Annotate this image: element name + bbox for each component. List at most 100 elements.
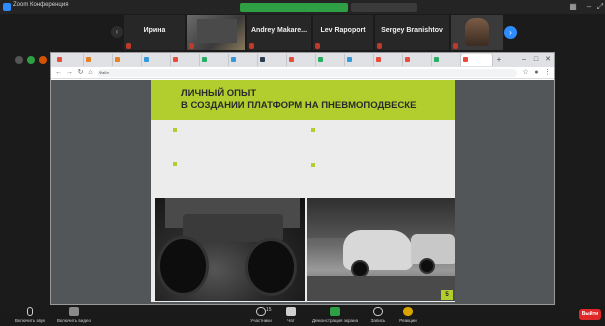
- browser-tab[interactable]: [374, 54, 403, 66]
- toolbar-label: Демонстрация экрана: [312, 318, 358, 323]
- chat-button[interactable]: Чат: [280, 305, 302, 326]
- start-video-button[interactable]: Включить видео: [52, 305, 96, 326]
- toolbar-label: Реакции: [399, 318, 417, 323]
- browser-tab[interactable]: [287, 54, 316, 66]
- participant-name: Sergey Branishtov: [381, 27, 443, 34]
- presentation-slide: ЛИЧНЫЙ ОПЫТ В СОЗДАНИИ ПЛАТФОРМ НА ПНЕВМ…: [151, 80, 455, 302]
- mic-muted-icon: [315, 43, 320, 49]
- tab-favicon-icon: [434, 57, 439, 62]
- reload-icon[interactable]: ↻: [76, 68, 85, 78]
- minimize-icon[interactable]: –: [519, 54, 529, 66]
- car-shape: [411, 234, 455, 264]
- forward-icon[interactable]: →: [65, 68, 74, 78]
- browser-tab[interactable]: [200, 54, 229, 66]
- zoom-titlebar: Zoom Конференция ▦ – ⤢: [0, 0, 605, 14]
- tab-favicon-icon: [231, 57, 236, 62]
- tab-favicon-icon: [115, 57, 120, 62]
- browser-tab[interactable]: [403, 54, 432, 66]
- recording-indicator-icon: [39, 56, 47, 64]
- window-title: Zoom Конференция: [13, 2, 69, 8]
- browser-tab[interactable]: [432, 54, 461, 66]
- participant-name: Lev Rapoport: [320, 27, 366, 34]
- slide-title-line1: ЛИЧНЫЙ ОПЫТ: [181, 88, 257, 99]
- unmute-button[interactable]: Включить звук: [8, 305, 52, 326]
- browser-tab[interactable]: [316, 54, 345, 66]
- participant-tile[interactable]: Ирина: [123, 14, 186, 51]
- tab-favicon-icon: [173, 57, 178, 62]
- tab-favicon-icon: [347, 57, 352, 62]
- view-options-button[interactable]: [351, 3, 417, 12]
- maximize-icon[interactable]: □: [531, 54, 541, 66]
- record-icon: [373, 307, 383, 316]
- bullet-marker-icon: [311, 128, 315, 132]
- previous-participants-button[interactable]: ‹: [111, 26, 123, 38]
- toolbar-label: Включить видео: [57, 318, 91, 323]
- browser-tab[interactable]: [258, 54, 287, 66]
- tab-favicon-icon: [376, 57, 381, 62]
- bookmark-star-icon[interactable]: ☆: [521, 68, 530, 78]
- shared-browser-window[interactable]: + – □ ✕ ← → ↻ ⌂ Файл ☆ ● ⋮ ЛИЧНЫЙ ОПЫТ В…: [50, 52, 555, 305]
- chat-icon: [286, 307, 296, 316]
- participant-tile[interactable]: [450, 14, 504, 51]
- browser-tab[interactable]: [171, 54, 200, 66]
- participant-tile[interactable]: Lev Rapoport: [312, 14, 374, 51]
- home-icon[interactable]: ⌂: [86, 68, 95, 78]
- mic-muted-icon: [377, 43, 382, 49]
- back-icon[interactable]: ←: [54, 68, 63, 78]
- participant-tile[interactable]: Andrey Makare...: [246, 14, 312, 51]
- browser-tab-active[interactable]: [461, 54, 493, 66]
- tab-favicon-icon: [86, 57, 91, 62]
- close-icon[interactable]: ✕: [543, 54, 553, 66]
- tab-favicon-icon: [405, 57, 410, 62]
- speaker-view-icon[interactable]: ▦: [567, 1, 579, 12]
- toolbar-label: Чат: [287, 318, 295, 323]
- tab-favicon-icon: [202, 57, 207, 62]
- browser-tab[interactable]: [142, 54, 171, 66]
- tab-favicon-icon: [260, 57, 265, 62]
- browser-tab[interactable]: [345, 54, 374, 66]
- address-bar-row: ← → ↻ ⌂ Файл ☆ ● ⋮: [51, 67, 554, 79]
- browser-tab[interactable]: [229, 54, 258, 66]
- bullet-marker-icon: [173, 128, 177, 132]
- share-screen-button[interactable]: Демонстрация экрана: [305, 305, 365, 326]
- participants-count: 15: [266, 307, 272, 313]
- photo-ground: [307, 276, 455, 301]
- wheel-shape: [419, 258, 435, 274]
- video-off-icon: [69, 307, 79, 316]
- toolbar-label: Включить звук: [14, 318, 45, 323]
- participant-name: Andrey Makare...: [250, 27, 308, 34]
- participant-video: [197, 19, 237, 43]
- url-input[interactable]: [97, 69, 517, 77]
- security-icon[interactable]: [27, 56, 35, 64]
- menu-icon[interactable]: ⋮: [543, 68, 552, 78]
- slide-photo-vehicle: [155, 198, 305, 301]
- bullet-marker-icon: [173, 162, 177, 166]
- profile-icon[interactable]: ●: [532, 68, 541, 78]
- wheel-shape: [157, 236, 209, 296]
- next-participants-button[interactable]: ›: [504, 26, 517, 39]
- participant-video: [465, 18, 489, 46]
- url-scheme-label: Файл: [99, 70, 109, 75]
- mic-muted-icon: [189, 43, 194, 49]
- browser-tab[interactable]: [113, 54, 142, 66]
- fullscreen-icon[interactable]: ⤢: [594, 1, 605, 12]
- leave-meeting-button[interactable]: Выйти: [579, 309, 601, 320]
- browser-tab[interactable]: [84, 54, 113, 66]
- toolbar-label: Запись: [370, 318, 386, 323]
- participant-tile[interactable]: Sergey Branishtov: [374, 14, 450, 51]
- participant-tile[interactable]: [186, 14, 246, 51]
- meeting-toolbar: Включить звук Включить видео 15 Участник…: [0, 305, 605, 326]
- record-button[interactable]: Запись: [366, 305, 390, 326]
- participants-button[interactable]: 15 Участники: [243, 305, 279, 326]
- new-tab-button[interactable]: +: [494, 54, 504, 66]
- screen-share-banner[interactable]: [240, 3, 348, 12]
- reactions-button[interactable]: Реакции: [394, 305, 422, 326]
- browser-tab[interactable]: [55, 54, 84, 66]
- tab-favicon-icon: [463, 57, 468, 62]
- slide-photo-trailer: [307, 198, 455, 301]
- reactions-icon: [403, 307, 413, 316]
- mic-muted-icon: [126, 43, 131, 49]
- zoom-logo-icon: [3, 3, 11, 11]
- shield-icon[interactable]: [15, 56, 23, 64]
- browser-tab-bar: + – □ ✕: [51, 53, 554, 67]
